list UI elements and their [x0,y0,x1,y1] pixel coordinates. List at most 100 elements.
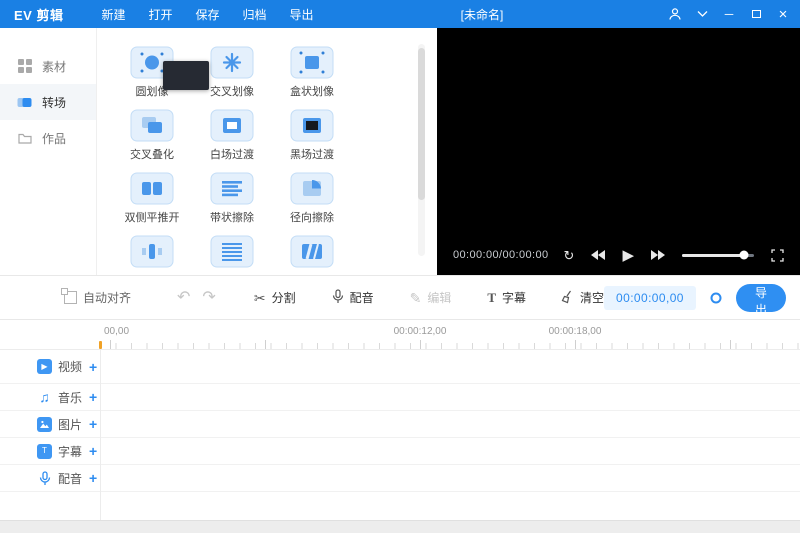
loop-icon[interactable]: ↻ [564,249,575,262]
menu-new[interactable]: 新建 [101,6,125,23]
slash-wipe-icon [290,235,334,268]
ruler-label: 00,00 [104,326,130,337]
timeline-ruler[interactable]: 00,00 00:00:12,00 00:00:18,00 [0,320,800,350]
transitions-panel: 圆划像 交叉划像 盒状划像 交叉叠化 白场过渡 黑场过渡 双侧平推开 带状擦除 … [97,28,430,275]
microphone-icon [332,289,344,306]
sidebar-item-transitions[interactable]: 转场 [0,84,96,120]
zoom-knob[interactable] [710,292,722,303]
menu-export[interactable]: 导出 [290,6,314,23]
split-label: 分割 [271,291,296,305]
radial-wipe-icon [290,172,334,205]
dropdown-icon[interactable] [695,7,709,21]
horizontal-scrollbar[interactable] [0,520,800,533]
subtitle-button[interactable]: T 字幕 [487,289,526,306]
transition-radial-wipe[interactable]: 径向擦除 [277,172,347,225]
ruler-ticks [100,343,800,349]
track-label-picture: 图片 [58,417,83,432]
title-bar: EV 剪辑 新建 打开 保存 归档 导出 [未命名] ─ × [0,0,800,28]
music-track-icon: ♫ [39,389,50,405]
menu-save[interactable]: 保存 [196,6,220,23]
close-button[interactable]: × [776,7,790,22]
track-row-video: ▶ 视频 + [0,350,800,384]
track-label-music: 音乐 [58,390,83,405]
transition-black-fade[interactable]: 黑场过渡 [277,109,347,162]
rewind-button[interactable] [591,250,606,260]
subtitle-track-icon: T [37,443,52,459]
volume-knob[interactable] [739,250,749,260]
dub-button[interactable]: 配音 [332,289,374,306]
transition-label: 径向擦除 [290,212,334,224]
transition-slash-wipe[interactable] [277,235,347,272]
video-preview: 00:00:00/00:00:00 ↻ ▶ [437,28,800,275]
volume-slider[interactable] [682,250,754,260]
edit-button[interactable]: ✎ 编辑 [410,289,452,306]
clear-label: 清空 [580,291,605,305]
sidebar-item-material[interactable]: 素材 [0,48,96,84]
minimize-button[interactable]: ─ [722,7,736,21]
preview-timecode: 00:00:00/00:00:00 [453,249,549,261]
dub-track-lane[interactable] [100,465,800,491]
subtitle-track-lane[interactable] [100,438,800,464]
track-header-subtitle: T 字幕 + [0,443,100,460]
add-dub-button[interactable]: + [89,471,97,485]
auto-align-toggle[interactable]: 自动对齐 [61,288,131,306]
maximize-icon [751,10,761,18]
playhead[interactable] [99,341,102,349]
picture-track-lane[interactable] [100,411,800,437]
main-area: 素材 转场 作品 圆划像 交叉划像 盒状划像 交叉叠化 白场过渡 黑场过渡 双侧… [0,28,800,275]
maximize-button[interactable] [749,7,763,21]
track-row-dub: 配音 + [0,465,800,492]
bar-wipe-icon [130,235,174,268]
transition-bar-wipe[interactable] [117,235,187,272]
undo-button[interactable]: ↶ [177,289,190,306]
band-wipe-icon [210,172,254,205]
transition-label: 双侧平推开 [124,212,180,224]
picture-track-icon [37,416,52,432]
main-menu: 新建 打开 保存 归档 导出 [101,6,313,23]
menu-open[interactable]: 打开 [148,6,172,23]
toolbar: 自动对齐 ↶ ↷ ✂ 分割 配音 ✎ 编辑 T 字幕 清空 00:00:00,0… [0,275,800,351]
export-video-button[interactable]: 导出视频 [735,283,786,351]
cross-wipe-icon [210,46,254,79]
white-fade-icon [210,109,254,142]
split-button[interactable]: ✂ 分割 [254,289,296,306]
music-track-lane[interactable] [100,384,800,410]
push-apart-icon [130,172,174,205]
track-header-video: ▶ 视频 + [0,358,100,375]
menu-archive[interactable]: 归档 [243,6,267,23]
add-music-button[interactable]: + [89,390,97,404]
transition-stripe-wipe[interactable] [197,235,267,272]
sidebar-item-label: 转场 [42,95,67,110]
transition-label: 交叉叠化 [130,149,174,161]
redo-button[interactable]: ↷ [202,289,215,306]
window-controls: ─ × [668,7,790,22]
add-video-button[interactable]: + [89,360,97,374]
track-header-music: ♫ 音乐 + [0,389,100,406]
preview-controls: 00:00:00/00:00:00 ↻ ▶ [437,235,800,275]
fullscreen-button[interactable] [771,248,784,262]
document-title: [未命名] [460,7,504,22]
sidebar-item-label: 素材 [42,59,67,74]
auto-align-checkbox-icon [61,288,77,304]
transition-cross-dissolve[interactable]: 交叉叠化 [117,109,187,162]
fast-forward-button[interactable] [651,250,665,260]
transition-white-fade[interactable]: 白场过渡 [197,109,267,162]
add-picture-button[interactable]: + [89,417,97,431]
transition-push-apart[interactable]: 双侧平推开 [117,172,187,225]
transition-band-wipe[interactable]: 带状擦除 [197,172,267,225]
sidebar: 素材 转场 作品 [0,28,97,275]
transition-label: 带状擦除 [210,212,254,224]
user-icon[interactable] [668,7,682,21]
play-button[interactable]: ▶ [622,248,634,263]
add-subtitle-button[interactable]: + [89,444,97,458]
transitions-scrollbar-thumb[interactable] [418,48,425,200]
transition-box-wipe[interactable]: 盒状划像 [277,46,347,99]
clear-button[interactable]: 清空 [560,289,604,306]
sidebar-item-works[interactable]: 作品 [0,120,96,156]
pencil-icon: ✎ [409,289,422,306]
transition-icon [17,95,32,110]
video-track-lane[interactable] [100,350,800,383]
timeline: 00,00 00:00:12,00 00:00:18,00 ▶ 视频 + ♫ 音… [0,320,800,533]
app-logo: EV 剪辑 [14,7,64,23]
scissors-icon: ✂ [253,289,266,306]
